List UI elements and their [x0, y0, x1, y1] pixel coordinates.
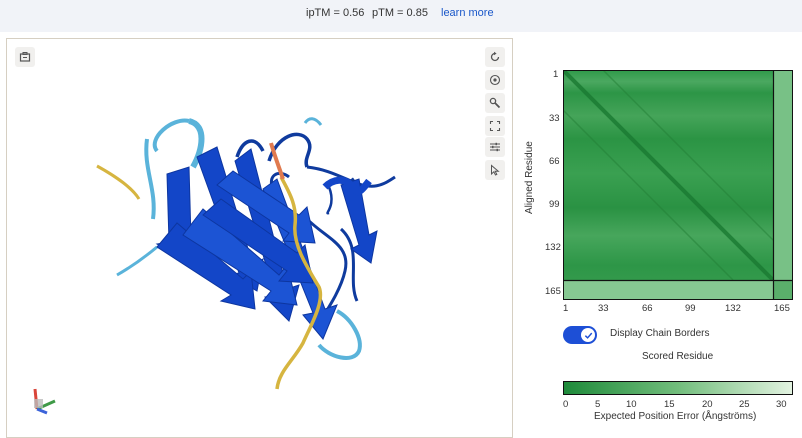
chain-borders-toggle[interactable] — [563, 326, 597, 344]
colorbar-tick: 0 — [563, 399, 569, 410]
metrics-bar: ipTM = 0.56 pTM = 0.85 learn more — [0, 0, 802, 32]
x-tick: 165 — [774, 303, 790, 314]
x-tick: 66 — [642, 303, 653, 314]
x-axis-label: Scored Residue — [642, 351, 714, 362]
x-tick: 99 — [685, 303, 696, 314]
iptm-value: ipTM = 0.56 — [306, 7, 365, 19]
pae-colorbar — [563, 381, 793, 395]
colorbar-tick: 30 — [776, 399, 787, 410]
x-tick: 33 — [598, 303, 609, 314]
colorbar-tick: 25 — [739, 399, 750, 410]
check-icon — [584, 332, 592, 339]
colorbar-tick: 20 — [702, 399, 713, 410]
y-tick: 99 — [549, 199, 560, 210]
y-tick: 132 — [545, 242, 561, 253]
x-tick: 132 — [725, 303, 741, 314]
y-axis-label: Aligned Residue — [524, 141, 535, 214]
y-tick: 33 — [549, 113, 560, 124]
y-tick: 165 — [545, 286, 561, 297]
pae-heatmap[interactable] — [563, 70, 793, 300]
pae-panel: Aligned Residue 1 33 66 99 132 165 1 33 — [518, 38, 802, 434]
y-tick: 66 — [549, 156, 560, 167]
chain-borders-label: Display Chain Borders — [610, 328, 710, 339]
colorbar-tick: 10 — [626, 399, 637, 410]
structure-viewer[interactable] — [6, 38, 513, 438]
colorbar-tick: 5 — [595, 399, 601, 410]
colorbar-tick: 15 — [664, 399, 675, 410]
ptm-value: pTM = 0.85 — [372, 7, 428, 19]
toggle-knob — [581, 328, 595, 342]
learn-more-link[interactable]: learn more — [441, 7, 494, 19]
protein-structure[interactable] — [7, 39, 512, 437]
colorbar-label: Expected Position Error (Ångströms) — [594, 411, 757, 422]
x-tick: 1 — [563, 303, 569, 314]
y-tick: 1 — [553, 69, 559, 80]
